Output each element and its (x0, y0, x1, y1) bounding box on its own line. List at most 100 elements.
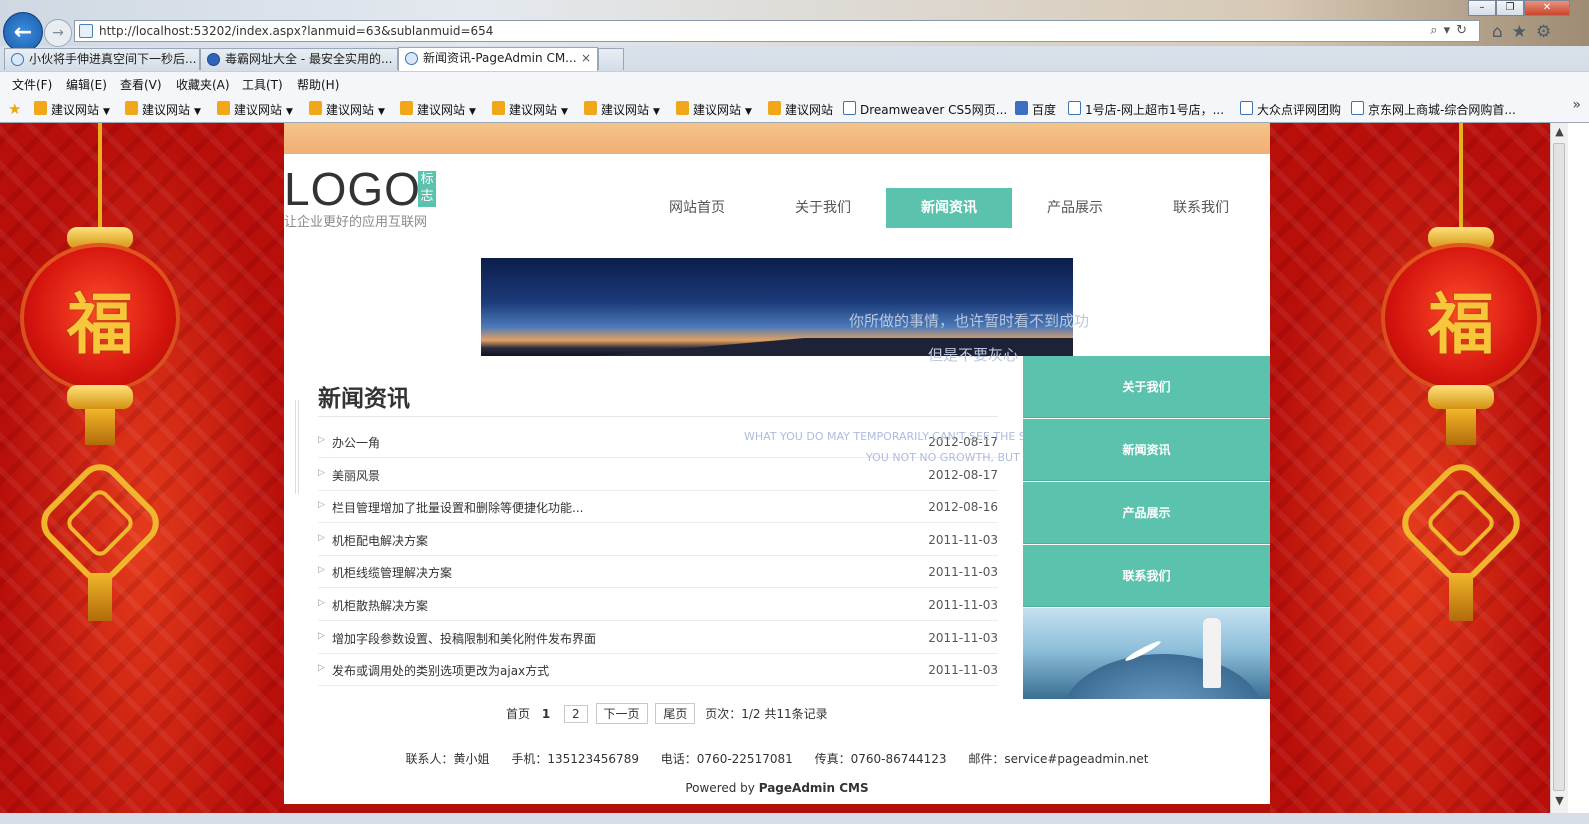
settings-gear-icon[interactable]: ⚙ (1536, 22, 1560, 42)
address-bar[interactable]: http://localhost:53202/index.aspx?lanmui… (74, 20, 1480, 42)
nav-news-active[interactable]: 新闻资讯 (886, 188, 1012, 228)
lantern-char: 福 (67, 285, 133, 363)
news-date: 2011-11-03 (928, 532, 998, 547)
pager-next[interactable]: 下一页 (595, 703, 648, 724)
forward-button[interactable]: → (44, 19, 72, 47)
powered-brand-link[interactable]: PageAdmin CMS (759, 781, 869, 795)
fav-item[interactable]: 大众点评网团购 (1240, 101, 1341, 118)
pager-first[interactable]: 首页 (506, 705, 530, 722)
list-item[interactable]: ▷ 机柜配电解决方案 2011-11-03 (318, 524, 998, 556)
tab-3-active[interactable]: 新闻资讯-PageAdmin CM... × (398, 47, 598, 71)
sidebar: 关于我们 新闻资讯 产品展示 联系我们 (1023, 356, 1270, 699)
fav-item[interactable]: 建议网站 ▼ (676, 101, 752, 118)
list-item[interactable]: ▷ 增加字段参数设置、投稿限制和美化附件发布界面 2011-11-03 (318, 622, 998, 654)
menu-help[interactable]: 帮助(H) (297, 76, 339, 93)
scroll-down-icon[interactable]: ▼ (1551, 794, 1568, 811)
tab-strip: 小伙将手伸进真空间下一秒后... 毒霸网址大全 - 最安全实用的... 新闻资讯… (0, 46, 1589, 71)
nav-about[interactable]: 关于我们 (760, 188, 886, 228)
news-title-link[interactable]: 办公一角 (332, 434, 380, 451)
triangle-bullet-icon: ▷ (318, 532, 325, 543)
favorites-star-icon[interactable]: ★ (1512, 22, 1536, 42)
menu-file[interactable]: 文件(F) (12, 76, 52, 93)
news-title-link[interactable]: 机柜线缆管理解决方案 (332, 564, 452, 581)
favorites-add-icon[interactable]: ★ (8, 100, 21, 118)
menu-view[interactable]: 查看(V) (120, 76, 162, 93)
menu-favorites[interactable]: 收藏夹(A) (176, 76, 230, 93)
site-logo[interactable]: LOGO (284, 162, 421, 216)
fav-item[interactable]: 京东网上商城-综合网购首... (1351, 101, 1516, 118)
menu-edit[interactable]: 编辑(E) (66, 76, 107, 93)
fav-item[interactable]: 1号店-网上超市1号店，... (1068, 101, 1224, 118)
fav-item[interactable]: 建议网站 ▼ (217, 101, 293, 118)
logo-badge: 标志 (418, 171, 436, 207)
footer-contact-person: 联系人：黄小姐 (405, 752, 490, 766)
dropdown-icon[interactable]: ▾ (1444, 23, 1457, 38)
refresh-icon[interactable]: ↻ (1456, 23, 1473, 38)
list-item[interactable]: ▷ 发布或调用处的类别选项更改为ajax方式 2011-11-03 (318, 654, 998, 687)
address-url[interactable]: http://localhost:53202/index.aspx?lanmui… (99, 24, 493, 38)
search-icon[interactable]: ⌕ (1430, 23, 1443, 38)
news-title-link[interactable]: 美丽风景 (332, 467, 380, 484)
pager-last[interactable]: 尾页 (655, 703, 696, 724)
nav-contact[interactable]: 联系我们 (1138, 188, 1264, 228)
fav-item[interactable]: 建议网站 ▼ (125, 101, 201, 118)
minimize-button[interactable]: – (1468, 0, 1496, 16)
triangle-bullet-icon: ▷ (318, 630, 325, 641)
menu-tools[interactable]: 工具(T) (242, 76, 283, 93)
footer-contact: 联系人：黄小姐 手机：135123456789 电话：0760-22517081… (284, 750, 1270, 767)
list-item[interactable]: ▷ 机柜散热解决方案 2011-11-03 (318, 589, 998, 621)
address-tools[interactable]: ⌕▾↻ (1430, 23, 1473, 38)
sidebar-item-about[interactable]: 关于我们 (1023, 356, 1270, 418)
tab-close-icon[interactable]: × (581, 48, 591, 68)
ie-page-icon (11, 53, 24, 66)
vertical-scrollbar[interactable]: ▲ ▼ (1550, 123, 1568, 813)
nav-products[interactable]: 产品展示 (1012, 188, 1138, 228)
fav-item[interactable]: 百度 (1015, 101, 1056, 118)
fav-item[interactable]: 建议网站 ▼ (584, 101, 660, 118)
nav-home[interactable]: 网站首页 (634, 188, 760, 228)
page-viewport: 福 福 LOGO 标志 让企业更好的应用互联网 网站首页 关于我们 新闻资讯 产… (0, 123, 1550, 813)
footer-email: 邮件：service#pageadmin.net (968, 752, 1149, 766)
lantern-char: 福 (1428, 285, 1494, 363)
news-title-link[interactable]: 增加字段参数设置、投稿限制和美化附件发布界面 (332, 630, 596, 647)
news-title-link[interactable]: 发布或调用处的类别选项更改为ajax方式 (332, 662, 549, 679)
site-slogan: 让企业更好的应用互联网 (284, 215, 428, 230)
close-window-button[interactable]: ✕ (1524, 0, 1570, 16)
sidebar-item-news[interactable]: 新闻资讯 (1023, 419, 1270, 481)
pager-page-2[interactable]: 2 (564, 704, 588, 723)
fav-item[interactable]: Dreamweaver CS5网页... (843, 101, 1007, 118)
new-tab-button[interactable] (598, 48, 624, 70)
sidebar-item-products[interactable]: 产品展示 (1023, 482, 1270, 544)
scroll-up-icon[interactable]: ▲ (1551, 125, 1568, 142)
fav-item[interactable]: 建议网站 ▼ (34, 101, 110, 118)
news-title-link[interactable]: 栏目管理增加了批量设置和删除等便捷化功能... (332, 499, 583, 516)
list-item[interactable]: ▷ 机柜线缆管理解决方案 2011-11-03 (318, 556, 998, 589)
news-title-link[interactable]: 机柜散热解决方案 (332, 597, 428, 614)
ie-page-icon (405, 52, 418, 65)
tab-label: 新闻资讯-PageAdmin CM... (423, 51, 577, 65)
chevron-right-icon[interactable]: » (1572, 97, 1581, 113)
sidebar-item-contact[interactable]: 联系我们 (1023, 545, 1270, 607)
window-controls: – ❐ ✕ (1468, 0, 1570, 16)
footer-phone: 电话：0760-22517081 (660, 752, 793, 766)
pager-info: 页次：1/2 共11条记录 (705, 707, 828, 721)
favorites-bar: ★ 建议网站 ▼ 建议网站 ▼ 建议网站 ▼ 建议网站 ▼ 建议网站 ▼ 建议网站 ▼ 建议… (0, 95, 1589, 122)
maximize-button[interactable]: ❐ (1496, 0, 1524, 16)
menu-bar: 文件(F) 编辑(E) 查看(V) 收藏夹(A) 工具(T) 帮助(H) (0, 71, 1589, 96)
banner-caption-line1: 你所做的事情，也许暂时看不到成功 (849, 312, 1090, 330)
news-title-link[interactable]: 机柜配电解决方案 (332, 532, 428, 549)
footer-mobile: 手机：135123456789 (511, 752, 639, 766)
tab-1[interactable]: 小伙将手伸进真空间下一秒后... (4, 48, 200, 70)
tab-2[interactable]: 毒霸网址大全 - 最安全实用的... (200, 48, 398, 70)
tab-label: 毒霸网址大全 - 最安全实用的... (225, 52, 393, 66)
fav-item[interactable]: 建议网站 ▼ (309, 101, 385, 118)
banner-caption-line2: 但是不要灰心 (928, 346, 1019, 364)
content-panel: LOGO 标志 让企业更好的应用互联网 网站首页 关于我们 新闻资讯 产品展示 … (284, 154, 1270, 804)
fav-item[interactable]: 建议网站 (768, 101, 833, 118)
k-site-icon (207, 53, 220, 66)
home-icon[interactable]: ⌂ (1492, 22, 1512, 42)
scroll-thumb[interactable] (1553, 143, 1565, 791)
fav-item[interactable]: 建议网站 ▼ (400, 101, 476, 118)
fav-item[interactable]: 建议网站 ▼ (492, 101, 568, 118)
list-item[interactable]: ▷ 栏目管理增加了批量设置和删除等便捷化功能... 2012-08-16 (318, 491, 998, 524)
